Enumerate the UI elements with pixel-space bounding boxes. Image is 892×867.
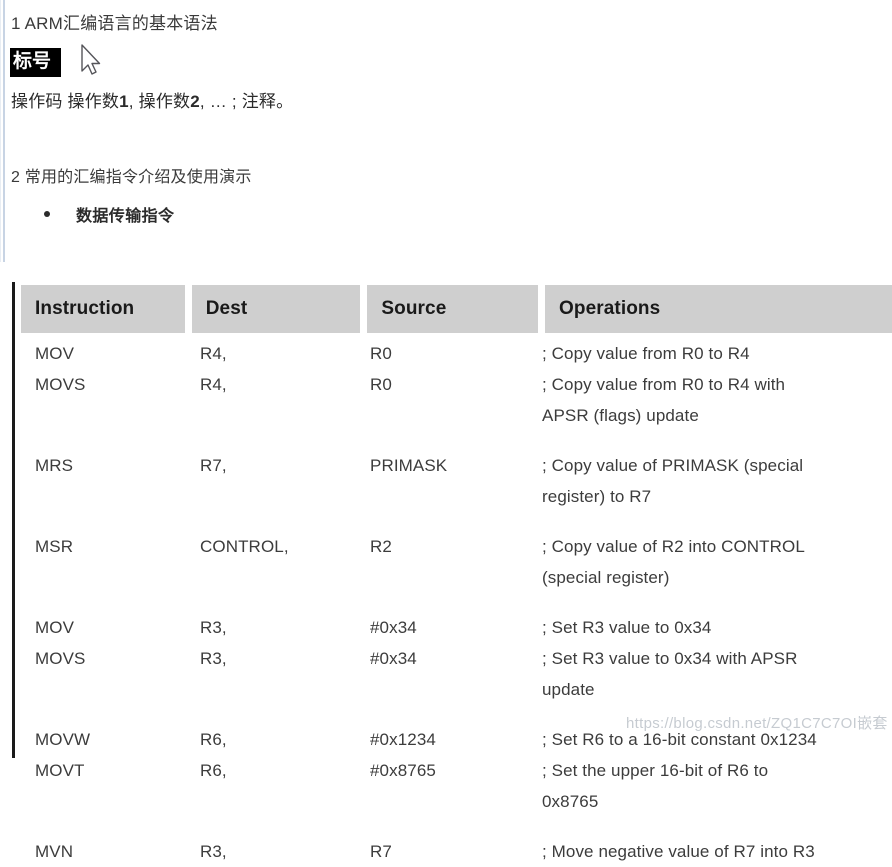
page-title-section-2: 2 常用的汇编指令介绍及使用演示 — [11, 169, 252, 186]
syntax-template-line: 操作码 操作数1, 操作数2, … ; 注释。 — [11, 87, 293, 112]
cell-source: #0x1234 — [370, 730, 436, 749]
syntax-operand-1-index: 1 — [119, 92, 129, 111]
syntax-separator-1: , 操作数 — [128, 92, 191, 111]
cell-dest: R7, — [200, 456, 227, 475]
cell-dest: R4, — [200, 344, 227, 363]
bullet-dot-icon — [44, 211, 50, 217]
syntax-operand-2-index: 2 — [190, 92, 200, 111]
cell-source: R7 — [370, 842, 392, 861]
cell-operations: ; Copy value from R0 to R4 with APSR (fl… — [542, 375, 786, 425]
table-row: MOVW R6, #0x1234 ; Set R6 to a 16-bit const… — [21, 724, 892, 755]
cell-instruction: MOVS — [35, 375, 86, 394]
cell-dest: R3, — [200, 842, 227, 861]
cell-source: R0 — [370, 344, 392, 363]
table-left-border — [12, 282, 15, 758]
cell-operations: ; Set R3 value to 0x34 — [542, 618, 712, 637]
table-header-instruction: Instruction — [21, 285, 185, 333]
table-header-row: Instruction Dest Source Operations — [21, 285, 892, 333]
page-left-edge-line — [0, 0, 1, 262]
highlighted-label-token[interactable]: 标号 — [10, 48, 62, 77]
cell-instruction: MSR — [35, 537, 74, 556]
table-row: MRS R7, PRIMASK ; Copy value of PRIMASK (sp… — [21, 450, 892, 512]
cell-source: R0 — [370, 375, 392, 394]
cell-dest: R6, — [200, 761, 227, 780]
cell-operations: ; Set R6 to a 16-bit constant 0x1234 — [542, 730, 817, 749]
cell-operations: ; Copy value of PRIMASK (special registe… — [542, 456, 804, 506]
table-header-dest: Dest — [191, 285, 361, 333]
syntax-opcode-text: 操作码 操作数 — [11, 92, 120, 111]
table-group-spacer — [21, 705, 892, 724]
cell-operations: ; Copy value of R2 into CONTROL (special… — [542, 537, 805, 587]
cell-dest: R3, — [200, 649, 227, 668]
cell-dest: R3, — [200, 618, 227, 637]
table-group-spacer — [21, 512, 892, 531]
cell-instruction: MRS — [35, 456, 74, 475]
table-group-spacer — [21, 431, 892, 450]
page-left-rule — [3, 0, 5, 262]
cell-dest: R4, — [200, 375, 227, 394]
syntax-tail-text: , … ; 注释。 — [199, 92, 294, 111]
bullet-item-label: 数据传输指令 — [76, 208, 175, 225]
table-group-spacer — [21, 593, 892, 612]
table-row: MVN R3, R7 ; Move negative value of R7 into… — [21, 836, 892, 867]
cell-instruction: MOVS — [35, 649, 86, 668]
bullet-list-item: 数据传输指令 — [44, 202, 174, 226]
table-body: MOV R4, R0 ; Copy value from R0 to R4 MOVS R4… — [21, 338, 892, 867]
cell-operations: ; Copy value from R0 to R4 — [542, 344, 750, 363]
cell-instruction: MOV — [35, 344, 75, 363]
cell-source: PRIMASK — [370, 456, 448, 475]
cell-instruction: MOV — [35, 618, 75, 637]
cell-source: #0x8765 — [370, 761, 436, 780]
instruction-table: Instruction Dest Source Operations MOV R4… — [12, 282, 892, 861]
table-row: MOVT R6, #0x8765 ; Set the upper 16-bit of … — [21, 755, 892, 817]
table-header-operations: Operations — [545, 285, 892, 333]
cell-instruction: MOVW — [35, 730, 91, 749]
table-header-source: Source — [367, 285, 538, 333]
table-group-spacer — [21, 817, 892, 836]
cell-source: #0x34 — [370, 649, 417, 668]
cell-operations: ; Set the upper 16-bit of R6 to 0x8765 — [542, 761, 769, 811]
cell-dest: CONTROL, — [200, 537, 289, 556]
cell-instruction: MVN — [35, 842, 74, 861]
table-row: MOV R4, R0 ; Copy value from R0 to R4 — [21, 338, 892, 369]
table-row: MOVS R3, #0x34 ; Set R3 value to 0x34 with … — [21, 643, 892, 705]
cell-operations: ; Set R3 value to 0x34 with APSR update — [542, 649, 798, 699]
cell-operations: ; Move negative value of R7 into R3 — [542, 842, 815, 861]
page-title-section-1: 1 ARM汇编语言的基本语法 — [11, 14, 218, 33]
cell-source: R2 — [370, 537, 392, 556]
table-row: MOVS R4, R0 ; Copy value from R0 to R4 with… — [21, 369, 892, 431]
cell-source: #0x34 — [370, 618, 417, 637]
cell-dest: R6, — [200, 730, 227, 749]
table-row: MOV R3, #0x34 ; Set R3 value to 0x34 — [21, 612, 892, 643]
table-row: MSR CONTROL, R2 ; Copy value of R2 into CON… — [21, 531, 892, 593]
mouse-cursor-icon — [81, 44, 101, 75]
cell-instruction: MOVT — [35, 761, 85, 780]
document-page: 1 ARM汇编语言的基本语法 标号 操作码 操作数1, 操作数2, … ; 注释… — [0, 0, 892, 861]
